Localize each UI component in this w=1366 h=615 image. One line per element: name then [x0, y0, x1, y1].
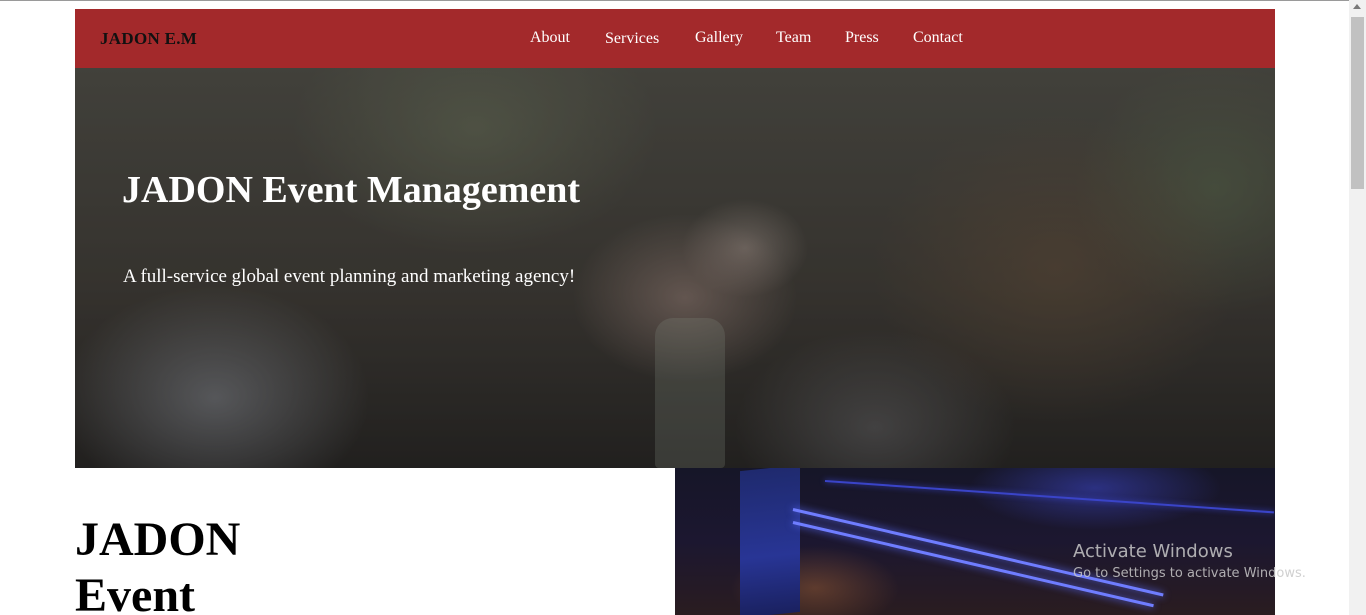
about-heading-line-1: JADON	[75, 513, 241, 566]
hero-subtitle: A full-service global event planning and…	[123, 266, 576, 287]
activate-windows-subtitle: Go to Settings to activate Windows.	[1073, 566, 1306, 581]
vertical-scrollbar[interactable]	[1349, 0, 1366, 615]
scroll-up-arrow-icon[interactable]	[1353, 4, 1361, 9]
nav-link-gallery[interactable]: Gallery	[695, 29, 743, 47]
about-heading: JADON Event	[75, 512, 375, 615]
scrollbar-thumb[interactable]	[1351, 17, 1364, 189]
neon-light-strip	[824, 480, 1274, 514]
nav-link-about[interactable]: About	[530, 29, 570, 47]
nav-link-services[interactable]: Services	[605, 30, 659, 48]
nav-link-press[interactable]: Press	[845, 29, 879, 47]
navbar: JADON E.M About Services Gallery Team Pr…	[75, 9, 1275, 68]
nav-links: About Services Gallery Team Press Contac…	[75, 9, 1275, 68]
page-top-border	[0, 0, 1366, 1]
about-heading-line-2: Event	[75, 569, 195, 615]
hero-banner: JADON Event Management A full-service gl…	[75, 68, 1275, 468]
hero-title: JADON Event Management	[122, 169, 581, 211]
activate-windows-title: Activate Windows	[1073, 541, 1233, 562]
nav-link-contact[interactable]: Contact	[913, 29, 963, 47]
nav-link-team[interactable]: Team	[776, 29, 811, 47]
venue-screen-wall	[740, 468, 800, 615]
neon-light-strip	[792, 521, 1154, 608]
